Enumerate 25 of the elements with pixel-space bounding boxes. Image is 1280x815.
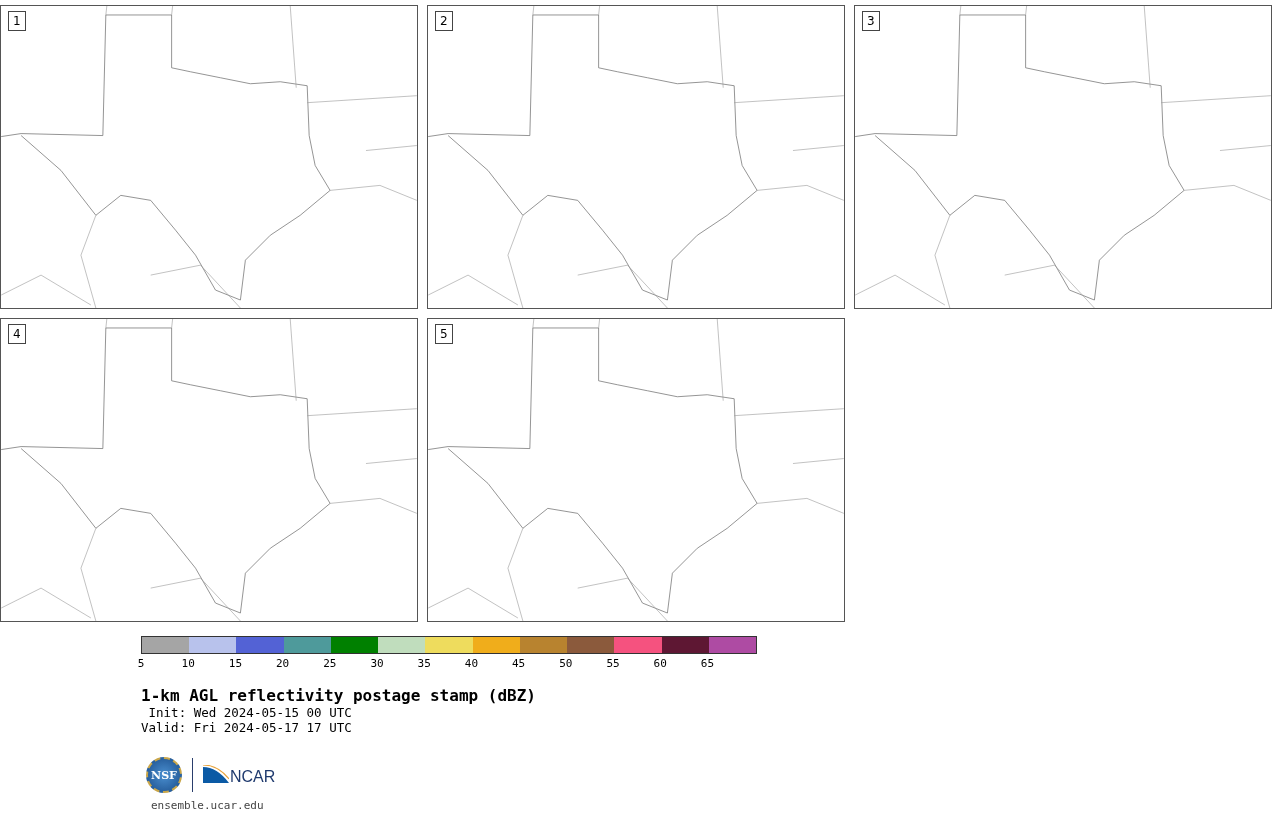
swoosh-icon — [203, 765, 229, 785]
website-url: ensemble.ucar.edu — [151, 799, 265, 812]
ncar-logo: NCAR — [203, 765, 276, 785]
tick-label: 60 — [653, 657, 667, 670]
panel-number: 5 — [435, 324, 453, 344]
panel-number: 2 — [435, 11, 453, 31]
tick-label: 55 — [606, 657, 620, 670]
valid-time: Valid: Fri 2024-05-17 17 UTC — [141, 720, 353, 735]
tick-label: 10 — [181, 657, 195, 670]
init-time: Init: Wed 2024-05-15 00 UTC — [147, 705, 353, 720]
panel-number: 4 — [8, 324, 26, 344]
chart-title: 1-km AGL reflectivity postage stamp (dBZ) — [141, 686, 537, 705]
nsf-logo: NSF — [146, 757, 182, 793]
tick-label: 40 — [464, 657, 478, 670]
tick-label: 35 — [417, 657, 431, 670]
panel-number: 3 — [862, 11, 880, 31]
tick-label: 5 — [137, 657, 145, 670]
panel-number: 1 — [8, 11, 26, 31]
tick-label: 30 — [370, 657, 384, 670]
tick-label: 45 — [511, 657, 526, 670]
tick-label: 25 — [323, 657, 337, 670]
tick-label: 65 — [700, 657, 714, 670]
tick-label: 15 — [228, 657, 242, 670]
tick-label: 50 — [559, 657, 573, 670]
tick-label: 20 — [275, 657, 290, 670]
